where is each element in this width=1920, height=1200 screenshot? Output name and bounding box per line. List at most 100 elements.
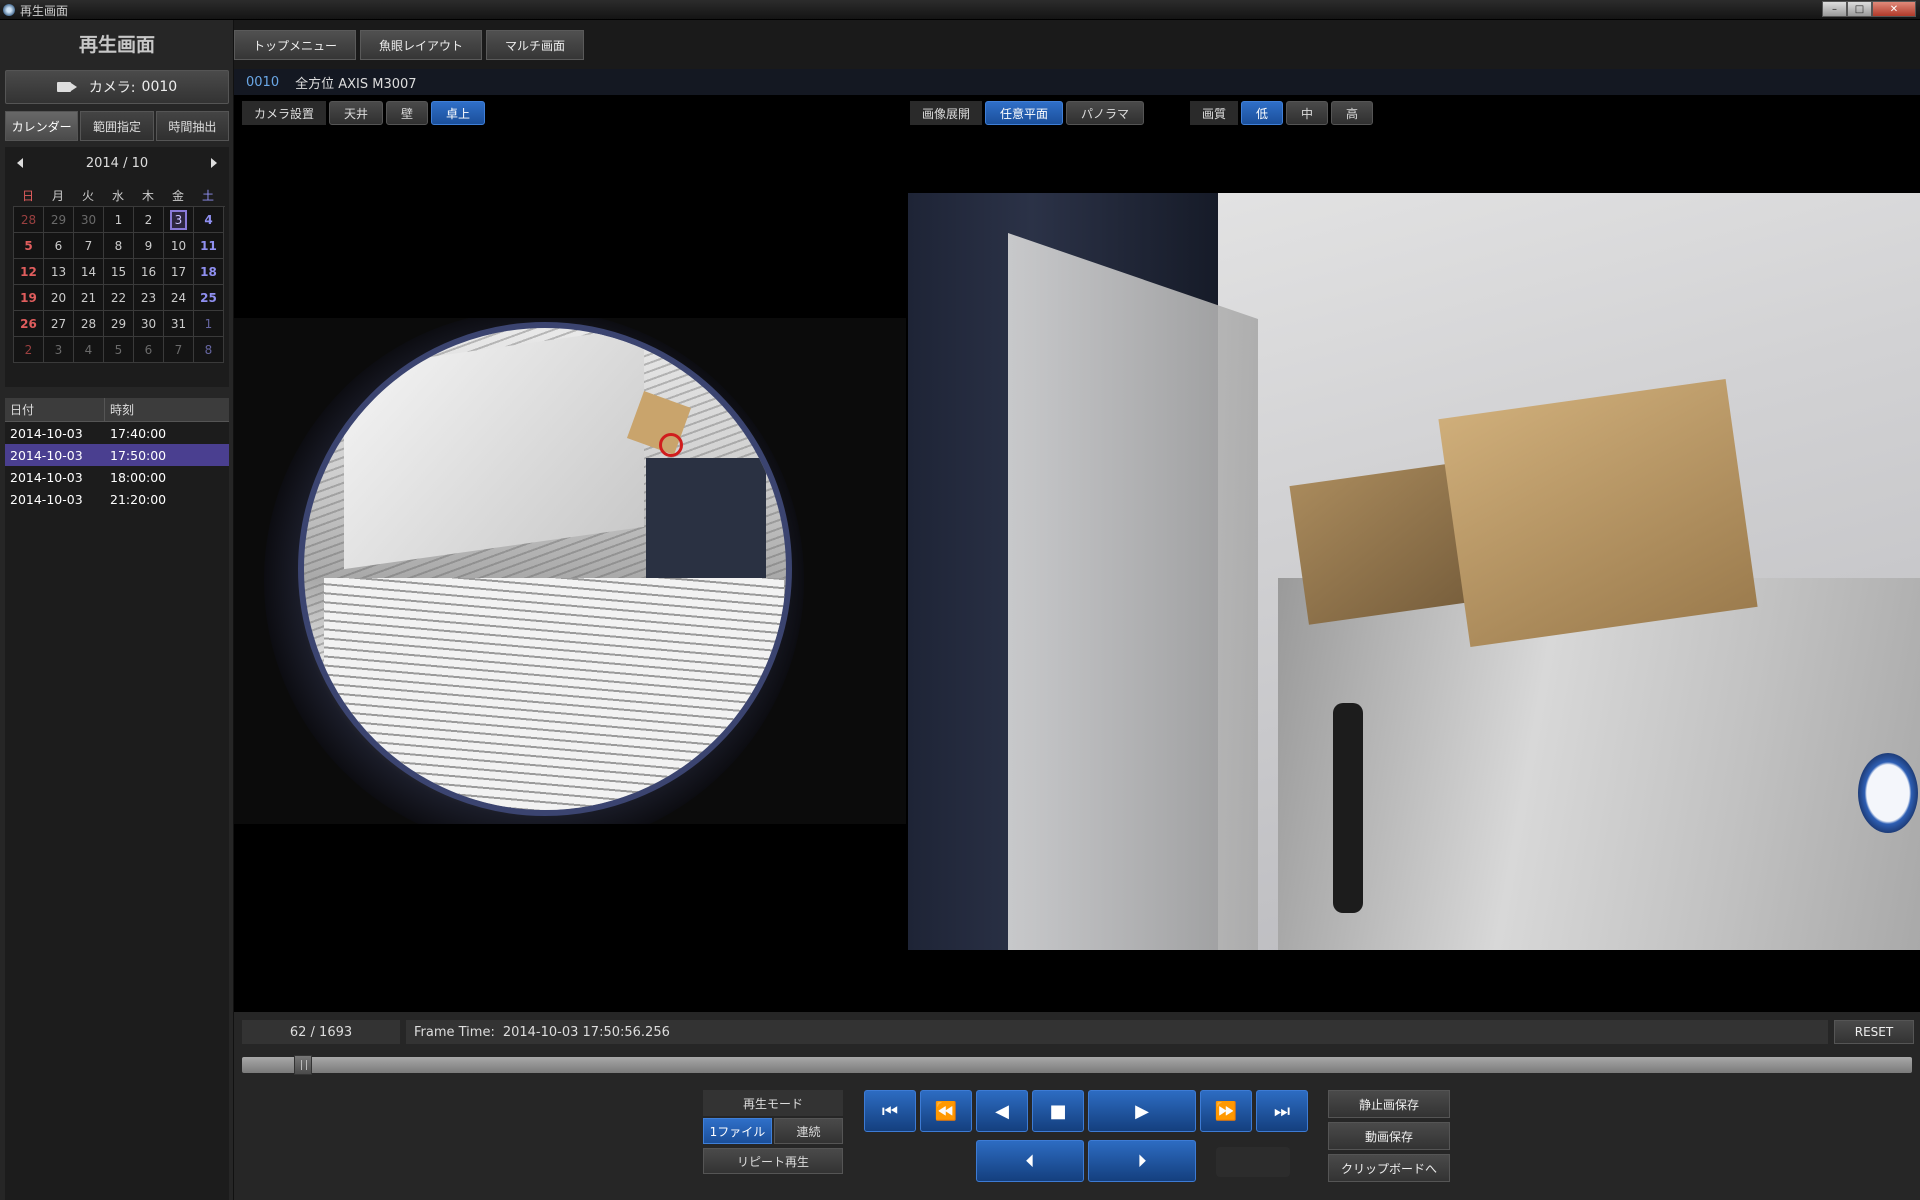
column-header-date[interactable]: 日付 — [5, 398, 105, 421]
mount-ceiling-button[interactable]: 天井 — [329, 101, 384, 125]
calendar-day[interactable]: 26 — [14, 311, 44, 337]
calendar-day-label: 28 — [20, 212, 37, 227]
calendar-day[interactable]: 28 — [74, 311, 104, 337]
calendar-day[interactable]: 8 — [104, 233, 134, 259]
last-frame-button[interactable]: ⏭ — [1256, 1090, 1308, 1132]
calendar-day[interactable]: 31 — [164, 311, 194, 337]
prev-frame-button[interactable]: ⏴ — [976, 1140, 1084, 1182]
multi-screen-button[interactable]: マルチ画面 — [486, 30, 585, 60]
calendar-day[interactable]: 5 — [104, 337, 134, 363]
copy-clipboard-button[interactable]: クリップボードへ — [1328, 1154, 1450, 1182]
play-button[interactable]: ▶ — [1088, 1090, 1196, 1132]
recording-time: 18:00:00 — [110, 469, 167, 485]
app-icon — [3, 4, 15, 16]
next-month-icon[interactable] — [211, 158, 217, 168]
calendar-day[interactable]: 9 — [134, 233, 164, 259]
recording-date: 2014-10-03 — [10, 425, 83, 441]
fast-forward-button[interactable]: ⏩ — [1200, 1090, 1252, 1132]
calendar-day[interactable]: 6 — [134, 337, 164, 363]
mount-wall-button[interactable]: 壁 — [386, 101, 429, 125]
calendar-day[interactable]: 2 — [14, 337, 44, 363]
mount-desk-button[interactable]: 卓上 — [431, 101, 486, 125]
calendar-day[interactable]: 19 — [14, 285, 44, 311]
calendar-day[interactable]: 1 — [194, 311, 224, 337]
maximize-button[interactable]: □ — [1847, 1, 1872, 17]
calendar-day[interactable]: 14 — [74, 259, 104, 285]
dewarped-view[interactable] — [908, 193, 1920, 950]
weekday-label: 水 — [111, 189, 124, 203]
quality-low-button[interactable]: 低 — [1241, 101, 1284, 125]
calendar-day[interactable]: 6 — [44, 233, 74, 259]
calendar-day[interactable]: 8 — [194, 337, 224, 363]
tab-calendar[interactable]: カレンダー — [5, 111, 79, 141]
recording-row[interactable]: 2014-10-03 21:20:00 — [5, 488, 229, 510]
calendar-day[interactable]: 29 — [104, 311, 134, 337]
calendar-day[interactable]: 23 — [134, 285, 164, 311]
calendar-day[interactable]: 30 — [74, 207, 104, 233]
calendar-day[interactable]: 17 — [164, 259, 194, 285]
calendar-day[interactable]: 3 — [164, 207, 194, 233]
stop-button[interactable]: ■ — [1032, 1090, 1084, 1132]
calendar-day[interactable]: 29 — [44, 207, 74, 233]
calendar-day[interactable]: 5 — [14, 233, 44, 259]
recording-row[interactable]: 2014-10-03 17:40:00 — [5, 422, 229, 444]
save-video-button[interactable]: 動画保存 — [1328, 1122, 1450, 1150]
calendar-day[interactable]: 1 — [104, 207, 134, 233]
calendar-day[interactable]: 18 — [194, 259, 224, 285]
column-header-time[interactable]: 時刻 — [105, 398, 134, 421]
calendar-day[interactable]: 21 — [74, 285, 104, 311]
weekday-label: 土 — [201, 189, 214, 203]
quality-mid-button[interactable]: 中 — [1286, 101, 1329, 125]
calendar-day[interactable]: 4 — [74, 337, 104, 363]
calendar-day[interactable]: 12 — [14, 259, 44, 285]
fisheye-layout-button[interactable]: 魚眼レイアウト — [360, 30, 483, 60]
minimize-button[interactable]: – — [1822, 1, 1847, 17]
tab-time-extract[interactable]: 時間抽出 — [155, 111, 229, 141]
fisheye-view[interactable] — [234, 318, 906, 824]
save-still-button[interactable]: 静止画保存 — [1328, 1090, 1450, 1118]
calendar-day-label: 4 — [204, 212, 213, 227]
prev-month-icon[interactable] — [17, 158, 23, 168]
calendar-day[interactable]: 20 — [44, 285, 74, 311]
calendar-day[interactable]: 13 — [44, 259, 74, 285]
timeline-slider[interactable] — [242, 1055, 1912, 1075]
quality-high-button[interactable]: 高 — [1331, 101, 1374, 125]
calendar-day[interactable]: 27 — [44, 311, 74, 337]
calendar-day[interactable]: 4 — [194, 207, 224, 233]
recording-row[interactable]: 2014-10-03 17:50:00 — [5, 444, 229, 466]
first-frame-button[interactable]: ⏮ — [864, 1090, 916, 1132]
dewarp-plane-button[interactable]: 任意平面 — [985, 101, 1064, 125]
view-target-marker[interactable] — [659, 433, 683, 457]
tab-range[interactable]: 範囲指定 — [80, 111, 154, 141]
repeat-playback-button[interactable]: リピート再生 — [703, 1148, 843, 1174]
calendar-day[interactable]: 2 — [134, 207, 164, 233]
dewarp-panorama-button[interactable]: パノラマ — [1066, 101, 1145, 125]
calendar-day[interactable]: 11 — [194, 233, 224, 259]
calendar-day-label: 17 — [170, 264, 187, 279]
reverse-play-button[interactable]: ◀ — [976, 1090, 1028, 1132]
calendar-day[interactable]: 30 — [134, 311, 164, 337]
calendar-day[interactable]: 22 — [104, 285, 134, 311]
calendar-day-label: 18 — [200, 264, 217, 279]
camera-mount-controls: カメラ設置 天井 壁 卓上 — [242, 101, 486, 125]
calendar-day[interactable]: 7 — [164, 337, 194, 363]
fisheye-blinds — [324, 578, 784, 810]
top-menu-button[interactable]: トップメニュー — [234, 30, 357, 60]
recording-row[interactable]: 2014-10-03 18:00:00 — [5, 466, 229, 488]
mode-single-file-button[interactable]: 1ファイル — [703, 1118, 772, 1144]
mode-continuous-button[interactable]: 連続 — [774, 1118, 843, 1144]
calendar-day[interactable]: 15 — [104, 259, 134, 285]
camera-selector-button[interactable]: カメラ: 0010 — [5, 70, 229, 104]
calendar-day[interactable]: 24 — [164, 285, 194, 311]
calendar-day[interactable]: 3 — [44, 337, 74, 363]
calendar-day[interactable]: 10 — [164, 233, 194, 259]
calendar-day[interactable]: 16 — [134, 259, 164, 285]
close-button[interactable]: ✕ — [1872, 1, 1916, 17]
reset-button[interactable]: RESET — [1834, 1020, 1914, 1044]
next-frame-button[interactable]: ⏵ — [1088, 1140, 1196, 1182]
calendar-day[interactable]: 28 — [14, 207, 44, 233]
calendar-day[interactable]: 25 — [194, 285, 224, 311]
calendar-day[interactable]: 7 — [74, 233, 104, 259]
rewind-button[interactable]: ⏪ — [920, 1090, 972, 1132]
timeline-handle[interactable] — [294, 1055, 313, 1075]
